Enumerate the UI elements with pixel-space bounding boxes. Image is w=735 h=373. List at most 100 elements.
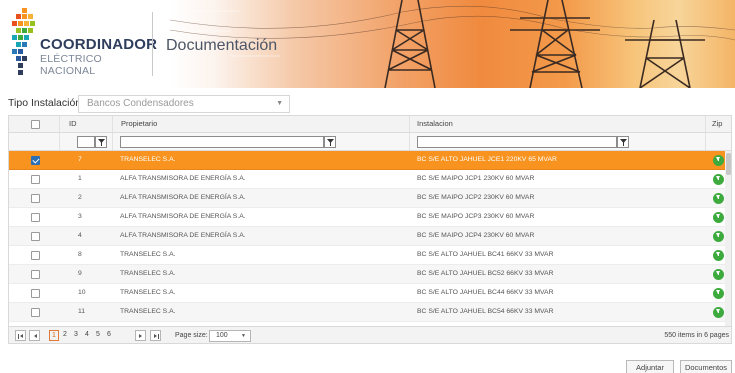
zip-download-icon[interactable] xyxy=(713,250,724,261)
table-row[interactable]: 8 TRANSELEC S.A. BC S/E ALTO JAHUEL BC41 6… xyxy=(9,246,731,265)
cell-installation: BC S/E ALTO JAHUEL BC41 66KV 33 MVAR xyxy=(417,251,554,258)
column-header-id[interactable]: ID xyxy=(69,119,77,128)
cell-installation: BC S/E MAIPO JCP1 230KV 60 MVAR xyxy=(417,175,535,182)
next-page-icon[interactable] xyxy=(135,330,146,341)
row-checkbox[interactable] xyxy=(31,232,40,241)
table-row[interactable]: 3 ALFA TRANSMISORA DE ENERGÍA S.A. BC S/E … xyxy=(9,208,731,227)
row-checkbox[interactable] xyxy=(31,251,40,260)
zip-download-icon[interactable] xyxy=(713,193,724,204)
filter-icon[interactable] xyxy=(617,136,629,148)
table-row[interactable]: 11 TRANSELEC S.A. BC S/E ALTO JAHUEL BC54 … xyxy=(9,303,731,322)
row-checkbox[interactable] xyxy=(31,175,40,184)
cell-owner: ALFA TRANSMISORA DE ENERGÍA S.A. xyxy=(120,213,246,220)
filter-icon[interactable] xyxy=(324,136,336,148)
last-page-icon[interactable] xyxy=(150,330,161,341)
cell-owner: TRANSELEC S.A. xyxy=(120,270,176,277)
select-all-checkbox[interactable] xyxy=(31,120,40,129)
items-info: 550 items in 6 pages xyxy=(664,332,729,339)
cell-owner: ALFA TRANSMISORA DE ENERGÍA S.A. xyxy=(120,232,246,239)
grid-pager: 123456 Page size: 100 ▼ 550 items in 6 p… xyxy=(9,326,731,343)
table-row[interactable]: 2 ALFA TRANSMISORA DE ENERGÍA S.A. BC S/E … xyxy=(9,189,731,208)
cell-owner: TRANSELEC S.A. xyxy=(120,308,176,315)
row-checkbox[interactable] xyxy=(31,156,40,165)
cell-installation: BC S/E ALTO JAHUEL BC54 66KV 33 MVAR xyxy=(417,308,554,315)
installation-type-dropdown[interactable]: Bancos Condensadores ▼ xyxy=(78,95,290,113)
page-number[interactable]: 2 xyxy=(63,331,67,338)
table-row[interactable]: 9 TRANSELEC S.A. BC S/E ALTO JAHUEL BC52 6… xyxy=(9,265,731,284)
prev-page-icon[interactable] xyxy=(29,330,40,341)
chevron-down-icon: ▼ xyxy=(241,333,246,339)
first-page-icon[interactable] xyxy=(15,330,26,341)
attach-button[interactable]: Adjuntar xyxy=(626,360,674,373)
grid-scrollbar[interactable] xyxy=(725,151,731,327)
documents-grid: ID Propietario Instalacion Zip 7 TRANSELE… xyxy=(8,115,732,344)
zip-download-icon[interactable] xyxy=(713,212,724,223)
cell-owner: ALFA TRANSMISORA DE ENERGÍA S.A. xyxy=(120,194,246,201)
header-divider xyxy=(152,12,153,76)
table-row[interactable]: 7 TRANSELEC S.A. BC S/E ALTO JAHUEL JCE1 2… xyxy=(9,151,731,170)
cell-id: 4 xyxy=(78,232,82,239)
page-number[interactable]: 4 xyxy=(85,331,89,338)
zip-download-icon[interactable] xyxy=(713,174,724,185)
filter-icon[interactable] xyxy=(95,136,107,148)
row-checkbox[interactable] xyxy=(31,289,40,298)
page-header: COORDINADOR ELÉCTRICO NACIONAL Documenta… xyxy=(0,0,735,88)
cell-owner: TRANSELEC S.A. xyxy=(120,289,176,296)
row-checkbox[interactable] xyxy=(31,308,40,317)
column-header-owner[interactable]: Propietario xyxy=(121,119,157,128)
page-number[interactable]: 3 xyxy=(74,331,78,338)
row-checkbox[interactable] xyxy=(31,213,40,222)
grid-header-row: ID Propietario Instalacion Zip xyxy=(9,116,731,133)
table-row[interactable]: 10 TRANSELEC S.A. BC S/E ALTO JAHUEL BC44 … xyxy=(9,284,731,303)
zip-download-icon[interactable] xyxy=(713,307,724,318)
installation-type-filter: Tipo Instalación : Bancos Condensadores … xyxy=(0,94,735,114)
cell-installation: BC S/E MAIPO JCP2 230KV 60 MVAR xyxy=(417,194,535,201)
cell-installation: BC S/E ALTO JAHUEL BC52 66KV 33 MVAR xyxy=(417,270,554,277)
cell-installation: BC S/E MAIPO JCP3 230KV 60 MVAR xyxy=(417,213,535,220)
coordinador-logo: COORDINADOR ELÉCTRICO NACIONAL xyxy=(12,8,157,80)
cell-id: 2 xyxy=(78,194,82,201)
owner-filter-input[interactable] xyxy=(120,136,324,148)
page-number[interactable]: 5 xyxy=(96,331,100,338)
row-checkbox[interactable] xyxy=(31,194,40,203)
installation-filter-input[interactable] xyxy=(417,136,617,148)
table-row[interactable]: 1 ALFA TRANSMISORA DE ENERGÍA S.A. BC S/E … xyxy=(9,170,731,189)
scrollbar-thumb[interactable] xyxy=(726,153,731,175)
cell-id: 10 xyxy=(78,289,86,296)
grid-filter-row xyxy=(9,133,731,151)
page-number[interactable]: 6 xyxy=(107,331,111,338)
table-row[interactable]: 4 ALFA TRANSMISORA DE ENERGÍA S.A. BC S/E … xyxy=(9,227,731,246)
zip-download-icon[interactable] xyxy=(713,269,724,280)
zip-download-icon[interactable] xyxy=(713,155,724,166)
zip-download-icon[interactable] xyxy=(713,231,724,242)
cell-id: 3 xyxy=(78,213,82,220)
cell-id: 7 xyxy=(78,156,82,163)
logo-text-line1: COORDINADOR xyxy=(40,36,158,53)
cell-id: 9 xyxy=(78,270,82,277)
zip-download-icon[interactable] xyxy=(713,288,724,299)
cell-owner: TRANSELEC S.A. xyxy=(120,251,176,258)
column-header-installation[interactable]: Instalacion xyxy=(417,119,453,128)
cell-id: 11 xyxy=(78,308,86,315)
page-size-dropdown[interactable]: 100 ▼ xyxy=(209,330,251,342)
cell-id: 1 xyxy=(78,175,82,182)
logo-mark-icon xyxy=(12,8,38,78)
page-size-label: Page size: xyxy=(175,332,208,339)
id-filter-input[interactable] xyxy=(77,136,95,148)
documents-button[interactable]: Documentos xyxy=(680,360,732,373)
cell-installation: BC S/E ALTO JAHUEL BC44 66KV 33 MVAR xyxy=(417,289,554,296)
cell-id: 8 xyxy=(78,251,82,258)
logo-text-line2: ELÉCTRICO NACIONAL xyxy=(40,53,102,77)
page-size-value: 100 xyxy=(216,332,228,339)
cell-installation: BC S/E MAIPO JCP4 230KV 60 MVAR xyxy=(417,232,535,239)
row-checkbox[interactable] xyxy=(31,270,40,279)
chevron-down-icon: ▼ xyxy=(276,100,283,107)
page-title: Documentación xyxy=(166,37,278,54)
page-number[interactable]: 1 xyxy=(49,330,59,341)
installation-type-value: Bancos Condensadores xyxy=(87,98,194,109)
cell-installation: BC S/E ALTO JAHUEL JCE1 220KV 65 MVAR xyxy=(417,156,557,163)
column-header-zip[interactable]: Zip xyxy=(712,119,722,128)
installation-type-label: Tipo Instalación : xyxy=(8,97,87,109)
cell-owner: TRANSELEC S.A. xyxy=(120,156,176,163)
cell-owner: ALFA TRANSMISORA DE ENERGÍA S.A. xyxy=(120,175,246,182)
